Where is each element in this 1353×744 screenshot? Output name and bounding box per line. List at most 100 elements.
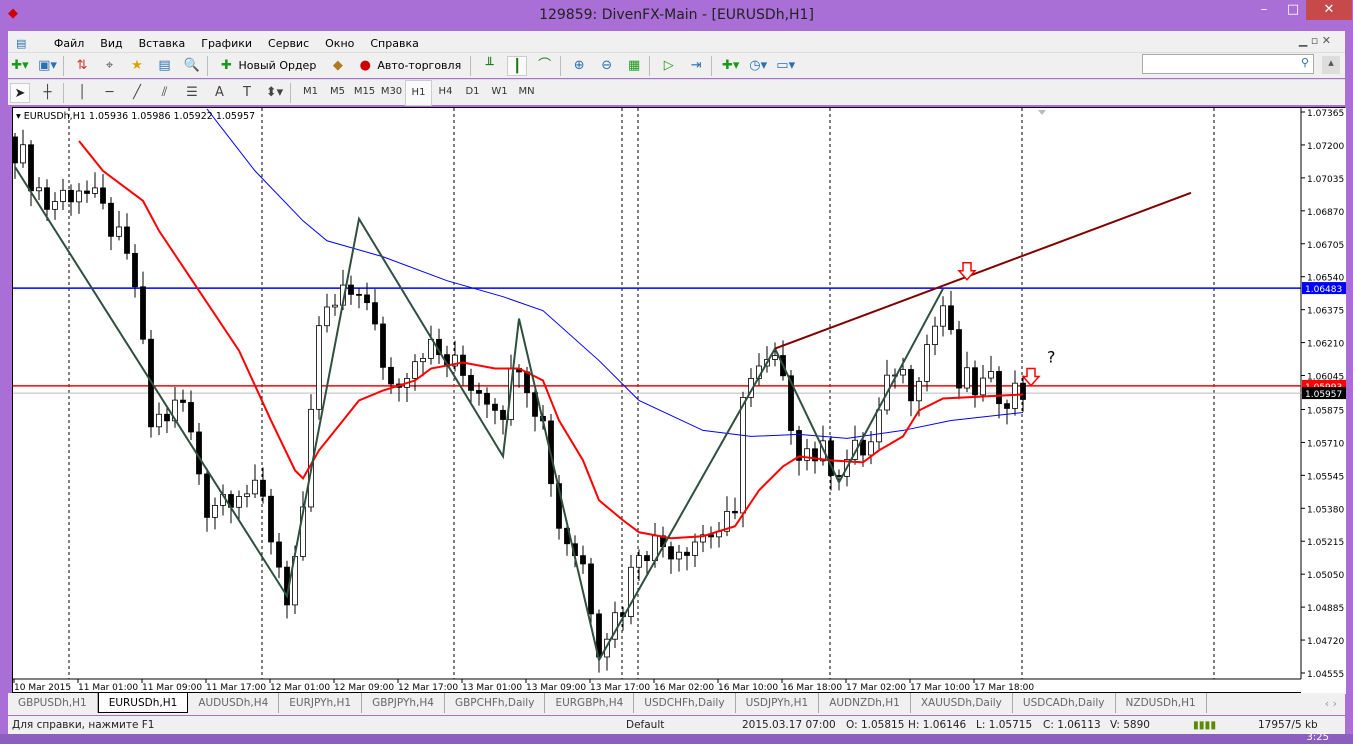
- menu-item[interactable]: Сервис: [260, 34, 317, 50]
- chart-tab[interactable]: USDCHFh,Daily: [634, 693, 736, 713]
- bear-candle: [380, 323, 386, 368]
- text-label-icon[interactable]: T: [237, 83, 257, 103]
- navigator-icon[interactable]: ★: [127, 56, 147, 76]
- market-watch-icon[interactable]: ⇅: [72, 56, 92, 76]
- terminal-icon[interactable]: ▤: [155, 56, 175, 76]
- bull-candle: [332, 304, 338, 308]
- collapse-toolbar-button[interactable]: ▴: [1322, 56, 1340, 74]
- crosshair-icon[interactable]: ┼: [38, 83, 58, 103]
- chart-tab[interactable]: EURUSDh,H1: [97, 693, 189, 713]
- auto-trading-button[interactable]: Авто-торговля: [377, 53, 461, 79]
- title-bar: ◆ 129859: DivenFX-Main - [EURUSDh,H1] – …: [0, 0, 1353, 31]
- tab-scroll-arrows[interactable]: ‹ ›: [1325, 697, 1337, 710]
- zoom-in-icon[interactable]: ⊕: [569, 56, 589, 76]
- bear-candle: [580, 555, 586, 565]
- strategy-tester-icon[interactable]: 🔍: [182, 56, 202, 76]
- text-icon[interactable]: A: [210, 83, 230, 103]
- fibonacci-icon[interactable]: ☰: [182, 83, 202, 103]
- bear-candle: [588, 563, 594, 615]
- new-order-button[interactable]: Новый Ордер: [239, 53, 317, 79]
- timeframe-mn[interactable]: MN: [513, 80, 540, 104]
- bear-candle: [668, 546, 674, 560]
- chart-tab[interactable]: GBPUSDh,H1: [8, 693, 98, 713]
- chart-tab[interactable]: USDCADh,Daily: [1013, 693, 1116, 713]
- channel-icon[interactable]: ⫽: [155, 83, 175, 103]
- menu-item[interactable]: Вид: [92, 34, 130, 50]
- templates-icon[interactable]: ▭▾: [776, 56, 796, 76]
- timeframe-m5[interactable]: M5: [324, 80, 351, 104]
- chart-tab[interactable]: EURGBPh,H4: [545, 693, 635, 713]
- bull-candle: [740, 396, 746, 514]
- price-tick-label: 1.05215: [1307, 538, 1344, 548]
- status-volume: V: 5890: [1110, 719, 1150, 731]
- close-button[interactable]: ✕: [1306, 0, 1352, 20]
- status-high: H: 1.06146: [908, 719, 967, 731]
- trendline-icon[interactable]: ╱: [127, 83, 147, 103]
- timeframe-m15[interactable]: M15: [351, 80, 378, 104]
- maximize-button[interactable]: □: [1279, 0, 1307, 20]
- bear-candle: [492, 403, 498, 411]
- time-tick-label: 17 Mar 02:00: [846, 683, 906, 693]
- menu-item[interactable]: Справка: [362, 34, 426, 50]
- timeframe-d1[interactable]: D1: [459, 80, 486, 104]
- vertical-line-icon[interactable]: │: [72, 83, 92, 103]
- price-tick-label: 1.07035: [1307, 175, 1344, 185]
- timeframe-h4[interactable]: H4: [432, 80, 459, 104]
- bull-candle: [60, 189, 66, 202]
- tile-windows-icon[interactable]: ▦: [624, 56, 644, 76]
- chart-tab[interactable]: XAUUSDh,Daily: [911, 693, 1013, 713]
- profiles-icon[interactable]: ▣▾: [38, 56, 58, 76]
- bear-candle: [732, 510, 738, 514]
- line-chart-icon[interactable]: ⌒: [535, 56, 555, 76]
- horizontal-line-icon[interactable]: ─: [100, 83, 120, 103]
- bar-chart-icon[interactable]: ╨: [480, 56, 500, 76]
- mdi-window-controls[interactable]: ▁ ▫ ✕: [1291, 31, 1339, 47]
- bear-candle: [484, 392, 490, 405]
- chart-tab[interactable]: GBPCHFh,Daily: [445, 693, 546, 713]
- menu-item[interactable]: Окно: [317, 34, 362, 50]
- menu-item[interactable]: Файл: [46, 34, 92, 50]
- time-tick-label: 11 Mar 09:00: [142, 683, 202, 693]
- price-tick-label: 1.05545: [1307, 472, 1344, 482]
- document-icon[interactable]: ▤: [8, 34, 34, 50]
- timeframe-m30[interactable]: M30: [378, 80, 405, 104]
- new-order-icon[interactable]: ✚: [217, 56, 237, 76]
- chart-shift-marker: [1038, 110, 1046, 115]
- time-tick-label: 10 Mar 2015: [14, 683, 71, 693]
- arrows-icon[interactable]: ⬍▾: [265, 83, 285, 103]
- bull-candle: [76, 190, 82, 203]
- search-input[interactable]: ⚲: [1142, 54, 1314, 74]
- timeframe-m1[interactable]: M1: [297, 80, 324, 104]
- chart-tab[interactable]: AUDNZDh,H1: [819, 693, 911, 713]
- metaeditor-icon[interactable]: ◆: [328, 56, 348, 76]
- chart-tab[interactable]: GBPJPYh,H4: [362, 693, 445, 713]
- indicators-icon[interactable]: ✚▾: [721, 56, 741, 76]
- search-icon[interactable]: ⚲: [1301, 56, 1309, 69]
- timeframe-h1[interactable]: H1: [405, 80, 432, 106]
- auto-trading-icon[interactable]: ●: [355, 56, 375, 76]
- chart-tab[interactable]: EURJPYh,H1: [279, 693, 363, 713]
- bid-price-label: 1.05957: [1305, 390, 1342, 400]
- menu-item[interactable]: Графики: [193, 34, 260, 50]
- chart-shift-icon[interactable]: ▷: [659, 56, 679, 76]
- candlestick-icon[interactable]: ┃: [507, 56, 528, 76]
- zoom-out-icon[interactable]: ⊖: [597, 56, 617, 76]
- bull-candle: [420, 357, 426, 363]
- chart-tab[interactable]: NZDUSDh,H1: [1116, 693, 1207, 713]
- autoscroll-icon[interactable]: ⇥: [686, 56, 706, 76]
- price-chart[interactable]: 1.073651.072001.070351.068701.067051.065…: [13, 108, 1346, 694]
- timeframe-w1[interactable]: W1: [486, 80, 513, 104]
- new-chart-icon[interactable]: ✚▾: [10, 56, 30, 76]
- bear-candle: [268, 495, 274, 543]
- data-window-icon[interactable]: ⌖: [100, 56, 120, 76]
- menu-item[interactable]: Вставка: [131, 34, 194, 50]
- bear-candle: [100, 187, 106, 204]
- cursor-icon[interactable]: ➤: [10, 83, 30, 103]
- chart-tab[interactable]: USDJPYh,H1: [736, 693, 820, 713]
- time-tick-label: 17 Mar 10:00: [910, 683, 970, 693]
- chart-menu-icon[interactable]: ▾: [16, 111, 24, 122]
- chart-tab[interactable]: AUDUSDh,H4: [188, 693, 280, 713]
- chart-window[interactable]: 1.07365 1.07200 1.07035 1.06870 1.06705 1.065…: [12, 107, 1346, 694]
- periods-icon[interactable]: ◷▾: [748, 56, 768, 76]
- minimize-button[interactable]: –: [1250, 0, 1278, 20]
